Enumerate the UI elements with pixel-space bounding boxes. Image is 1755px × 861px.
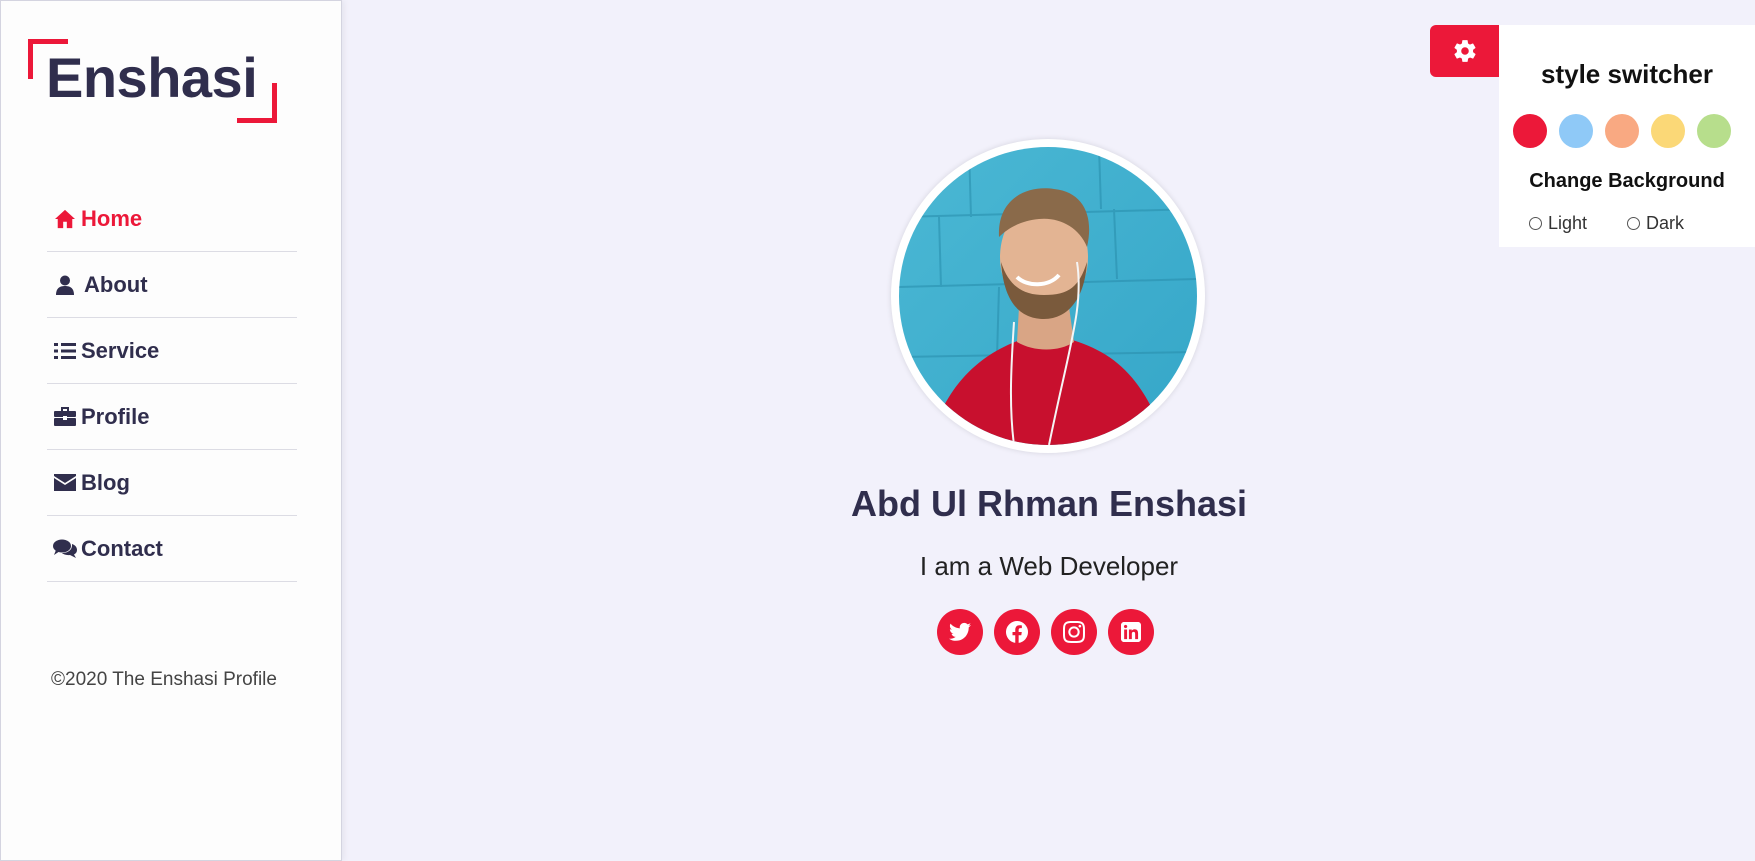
social-links [937, 609, 1154, 655]
nav-item-about[interactable]: About [47, 252, 297, 318]
radio-light-label: Light [1548, 213, 1588, 233]
nav-item-label: Service [81, 337, 160, 363]
style-switcher-toggle[interactable] [1430, 25, 1500, 77]
color-option-yellow[interactable] [1651, 114, 1685, 148]
nav-item-label: Profile [81, 403, 150, 429]
profile-photo-image [899, 147, 1197, 445]
radio-light[interactable] [1529, 217, 1542, 230]
facebook-icon [1006, 621, 1028, 643]
color-option-red[interactable] [1513, 114, 1547, 148]
list-icon [53, 340, 77, 362]
change-background-title: Change Background [1529, 170, 1725, 192]
twitter-icon [949, 622, 971, 641]
nav-item-profile[interactable]: Profile [47, 384, 297, 450]
style-switcher-title: style switcher [1541, 59, 1713, 89]
briefcase-icon [53, 406, 77, 428]
nav-item-home[interactable]: Home [47, 186, 297, 252]
logo[interactable]: Enshasi [28, 39, 277, 123]
instagram-icon [1063, 621, 1085, 643]
twitter-link[interactable] [937, 609, 983, 655]
nav-item-label: Home [81, 205, 143, 231]
logo-text: Enshasi [46, 46, 258, 109]
sidebar: Enshasi Home About Service Profile Blog … [0, 0, 342, 861]
linkedin-icon [1121, 622, 1141, 642]
color-option-blue[interactable] [1559, 114, 1593, 148]
profile-tagline: I am a Web Developer [919, 551, 1179, 581]
home-icon [53, 208, 77, 230]
radio-dark[interactable] [1627, 217, 1641, 230]
style-switcher-panel: style switcher Change Background Light D… [1499, 25, 1755, 247]
profile-name: Abd Ul Rhman Enshasi [850, 483, 1248, 524]
background-dark-option[interactable]: Dark [1627, 213, 1684, 234]
profile-photo [891, 139, 1205, 453]
nav-item-label: About [84, 271, 148, 297]
nav-item-service[interactable]: Service [47, 318, 297, 384]
color-option-green[interactable] [1697, 114, 1731, 148]
gear-icon [1454, 40, 1476, 62]
copyright-footer: ©2020 The Enshasi Profile [51, 669, 277, 690]
background-light-option[interactable]: Light [1529, 213, 1587, 234]
color-options [1513, 114, 1731, 148]
color-option-orange[interactable] [1605, 114, 1639, 148]
background-options: Light Dark [1529, 213, 1684, 234]
linkedin-link[interactable] [1108, 609, 1154, 655]
facebook-link[interactable] [994, 609, 1040, 655]
user-icon [53, 274, 77, 296]
radio-dark-label: Dark [1646, 213, 1685, 233]
instagram-link[interactable] [1051, 609, 1097, 655]
